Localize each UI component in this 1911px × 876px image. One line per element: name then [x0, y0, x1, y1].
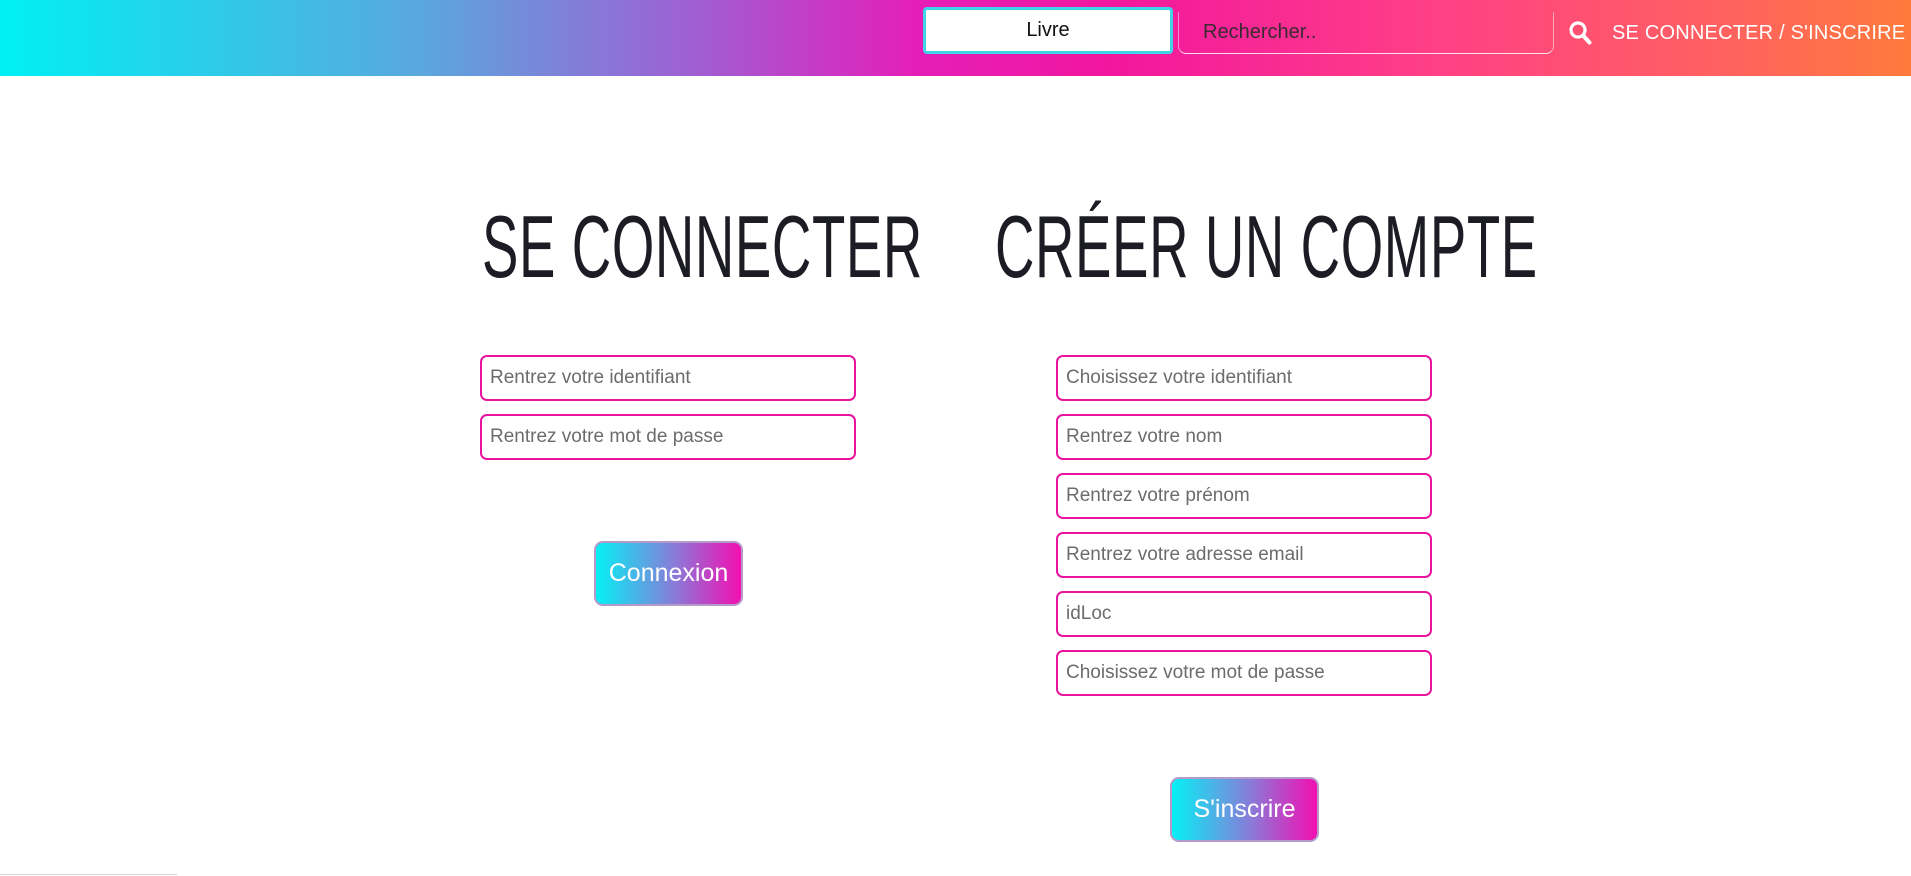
connexion-button[interactable]: Connexion [594, 541, 743, 606]
top-navbar: Livre SE CONNECTER / S'INSCRIRE [0, 0, 1911, 76]
register-lastname-field[interactable] [1056, 414, 1432, 460]
register-username-field[interactable] [1056, 355, 1432, 401]
divider [0, 874, 177, 875]
category-select[interactable]: Livre [923, 7, 1173, 54]
register-firstname-field[interactable] [1056, 473, 1432, 519]
search-input[interactable] [1178, 12, 1554, 54]
register-password-field[interactable] [1056, 650, 1432, 696]
search-icon[interactable] [1568, 20, 1592, 46]
category-select-value: Livre [1026, 19, 1070, 41]
register-idloc-field[interactable] [1056, 591, 1432, 637]
login-password-field[interactable] [480, 414, 856, 460]
inscrire-button[interactable]: S'inscrire [1170, 777, 1319, 842]
register-email-field[interactable] [1056, 532, 1432, 578]
login-title: SE CONNECTER [482, 197, 923, 296]
login-register-link[interactable]: SE CONNECTER / S'INSCRIRE [1612, 22, 1905, 45]
login-username-field[interactable] [480, 355, 856, 401]
register-title: CRÉER UN COMPTE [995, 197, 1538, 296]
